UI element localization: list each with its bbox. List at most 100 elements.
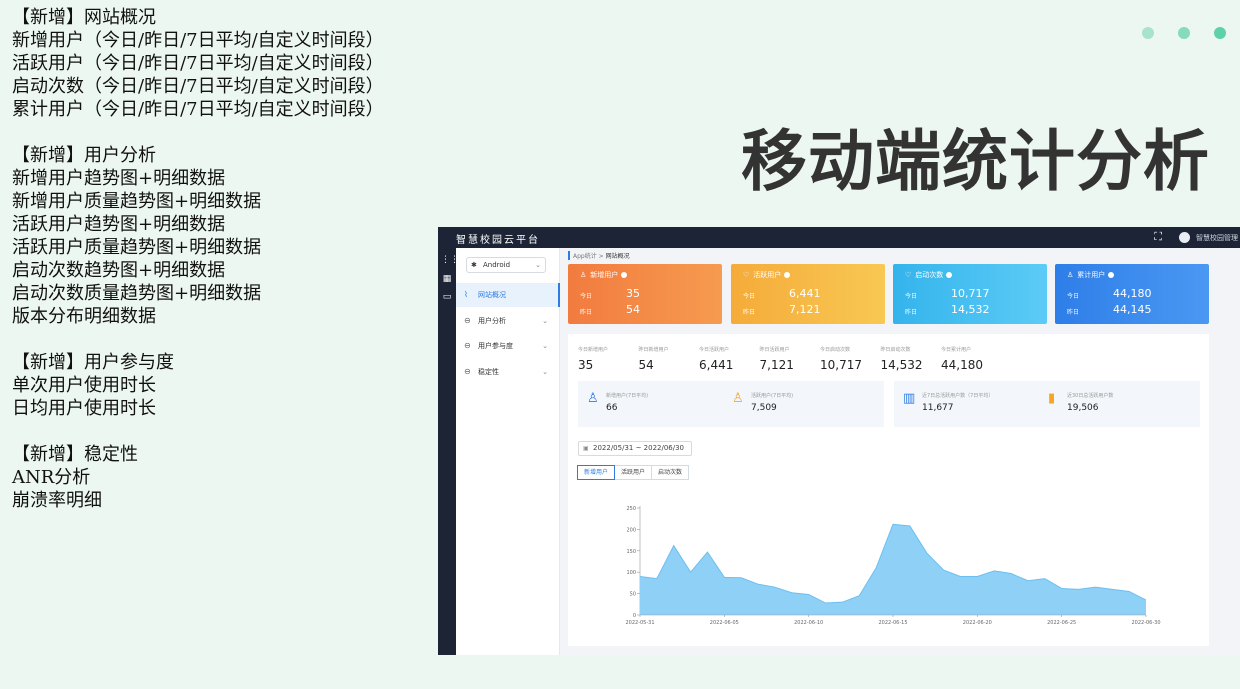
note-line: 崩溃率明细 bbox=[12, 490, 102, 511]
today-value: 35 bbox=[626, 287, 640, 300]
icon-rail: ⋮⋮ ▦ ▭ bbox=[438, 248, 459, 655]
note-line: 启动次数质量趋势图+明细数据 bbox=[12, 283, 262, 304]
user-name[interactable]: 智慧校园管理 bbox=[1196, 233, 1238, 243]
sidebar-item-label: 网站概况 bbox=[478, 291, 506, 299]
y-tick-label: 0 bbox=[633, 613, 636, 619]
note-line: 活跃用户趋势图+明细数据 bbox=[12, 214, 226, 235]
heart-user-icon: ♡ bbox=[743, 271, 750, 279]
platform-brand: 智慧校园云平台 bbox=[456, 235, 540, 246]
users-icon: ♙ bbox=[1067, 271, 1074, 279]
apps-grid-icon[interactable]: ⋮⋮ bbox=[441, 254, 459, 266]
chevron-down-icon: ⌄ bbox=[542, 342, 548, 350]
chevron-down-icon: ⌄ bbox=[535, 261, 541, 269]
note-line: 启动次数（今日/昨日/7日平均/自定义时间段） bbox=[12, 76, 384, 97]
dot-3 bbox=[1214, 27, 1226, 39]
stat-card-label: 累计用户 bbox=[1077, 271, 1106, 279]
platform-select[interactable]: ✱ Android ⌄ bbox=[466, 257, 546, 273]
stability-icon: ⊖ bbox=[464, 367, 471, 376]
note-line: 新增用户趋势图+明细数据 bbox=[12, 168, 226, 189]
stat-card-label: 新增用户 bbox=[590, 271, 619, 279]
note-line: 累计用户（今日/昨日/7日平均/自定义时间段） bbox=[12, 99, 384, 120]
stat-card-title: ♡ 启动次数 bbox=[905, 270, 953, 280]
sidebar-item-label: 用户参与度 bbox=[478, 342, 513, 350]
heart-pulse-icon: ♡ bbox=[905, 271, 912, 279]
note-line: 启动次数趋势图+明细数据 bbox=[12, 260, 226, 281]
today-value: 44,180 bbox=[1113, 287, 1152, 300]
note-line: 版本分布明细数据 bbox=[12, 306, 156, 327]
chevron-down-icon: ⌄ bbox=[542, 317, 548, 325]
stat-card-label: 活跃用户 bbox=[753, 271, 782, 279]
yesterday-value: 7,121 bbox=[789, 303, 821, 316]
decorative-dots bbox=[1142, 27, 1226, 39]
stat-card[interactable]: ♙ 新增用户 今日 35 昨日 54 bbox=[568, 264, 722, 324]
note-line: 【新增】网站概况 bbox=[12, 7, 156, 28]
breadcrumb-separator: > bbox=[596, 253, 606, 260]
sidebar-item-engagement[interactable]: ⊖ 用户参与度 ⌄ bbox=[456, 334, 560, 358]
x-tick-label: 2022-06-15 bbox=[878, 620, 907, 626]
note-line: 活跃用户质量趋势图+明细数据 bbox=[12, 237, 262, 258]
note-gap bbox=[12, 328, 384, 351]
breadcrumb: App统计 > 网站概况 bbox=[568, 251, 630, 260]
y-tick-label: 200 bbox=[626, 527, 636, 533]
dot-1 bbox=[1142, 27, 1154, 39]
user-analysis-icon: ⊖ bbox=[464, 316, 471, 325]
stat-card[interactable]: ♡ 启动次数 今日 10,717 昨日 14,532 bbox=[893, 264, 1047, 324]
y-tick-label: 100 bbox=[626, 570, 636, 576]
avatar[interactable] bbox=[1179, 232, 1190, 243]
yesterday-label: 昨日 bbox=[580, 309, 593, 316]
x-tick-label: 2022-06-25 bbox=[1047, 620, 1076, 626]
note-line: ANR分析 bbox=[12, 467, 91, 488]
chevron-down-icon: ⌄ bbox=[542, 368, 548, 376]
trend-area-chart: 0 50 100 150 200 250 2022-05-31 2022-06-05 2022-… bbox=[625, 506, 1161, 626]
info-icon[interactable] bbox=[784, 272, 791, 278]
app-screenshot: 智慧校园云平台 ⛶ 智慧校园管理 ⋮⋮ ▦ ▭ ✱ Android ⌄ ⌇ 网站… bbox=[438, 227, 1240, 655]
platform-select-value: Android bbox=[483, 261, 511, 269]
android-icon: ✱ bbox=[471, 261, 477, 269]
today-value: 6,441 bbox=[789, 287, 821, 300]
sidebar-item-stability[interactable]: ⊖ 稳定性 ⌄ bbox=[456, 360, 560, 384]
breadcrumb-parent[interactable]: App统计 bbox=[573, 253, 597, 260]
breadcrumb-current: 网站概况 bbox=[605, 253, 630, 260]
yesterday-value: 54 bbox=[626, 303, 640, 316]
tab-new-users[interactable]: 新增用户 bbox=[577, 465, 616, 480]
overview-panel: 今日新增用户 35 昨日新增用户 54 今日活跃用户 6,441 昨日活跃用户 7,1… bbox=[568, 334, 1209, 646]
today-value: 10,717 bbox=[951, 287, 990, 300]
stat-card[interactable]: ♙ 累计用户 今日 44,180 昨日 44,145 bbox=[1055, 264, 1209, 324]
dashboard-icon[interactable]: ▦ bbox=[441, 273, 453, 285]
slide-title: 移动端统计分析 bbox=[741, 123, 1210, 200]
stat-card-title: ♙ 新增用户 bbox=[580, 270, 628, 280]
yesterday-value: 44,145 bbox=[1113, 303, 1152, 316]
note-line: 【新增】用户参与度 bbox=[12, 352, 174, 373]
engagement-icon: ⊖ bbox=[464, 341, 471, 350]
sidebar: ✱ Android ⌄ ⌇ 网站概况 ⊖ 用户分析 ⌄ ⊖ 用户参与度 ⌄ ⊖ … bbox=[456, 248, 560, 655]
x-tick-label: 2022-06-20 bbox=[963, 620, 992, 626]
info-icon[interactable] bbox=[946, 272, 953, 278]
info-icon[interactable] bbox=[621, 272, 628, 278]
sidebar-item-label: 用户分析 bbox=[478, 317, 506, 325]
yesterday-label: 昨日 bbox=[743, 309, 756, 316]
y-tick-label: 150 bbox=[626, 549, 636, 555]
x-tick-label: 2022-05-31 bbox=[625, 620, 654, 626]
info-icon[interactable] bbox=[1108, 272, 1115, 278]
sidebar-item-user-analysis[interactable]: ⊖ 用户分析 ⌄ bbox=[456, 309, 560, 333]
today-label: 今日 bbox=[580, 293, 593, 300]
top-bar: 智慧校园云平台 ⛶ 智慧校园管理 bbox=[438, 227, 1240, 248]
x-tick-label: 2022-06-30 bbox=[1131, 620, 1160, 626]
sidebar-item-overview[interactable]: ⌇ 网站概况 bbox=[456, 283, 560, 307]
stat-card[interactable]: ♡ 活跃用户 今日 6,441 昨日 7,121 bbox=[731, 264, 885, 324]
note-line: 日均用户使用时长 bbox=[12, 398, 156, 419]
note-gap bbox=[12, 121, 384, 144]
stat-card-label: 启动次数 bbox=[915, 271, 944, 279]
series-area bbox=[640, 524, 1146, 615]
x-tick-label: 2022-06-10 bbox=[794, 620, 823, 626]
yesterday-label: 昨日 bbox=[905, 309, 918, 316]
today-label: 今日 bbox=[905, 293, 918, 300]
x-tick-label: 2022-06-05 bbox=[710, 620, 739, 626]
fullscreen-icon[interactable]: ⛶ bbox=[1154, 230, 1162, 244]
y-tick-label: 50 bbox=[630, 592, 636, 598]
today-label: 今日 bbox=[1067, 293, 1080, 300]
note-line: 新增用户质量趋势图+明细数据 bbox=[12, 191, 262, 212]
y-tick-label: 250 bbox=[626, 506, 636, 512]
note-line: 单次用户使用时长 bbox=[12, 375, 156, 396]
monitor-icon[interactable]: ▭ bbox=[441, 291, 453, 303]
